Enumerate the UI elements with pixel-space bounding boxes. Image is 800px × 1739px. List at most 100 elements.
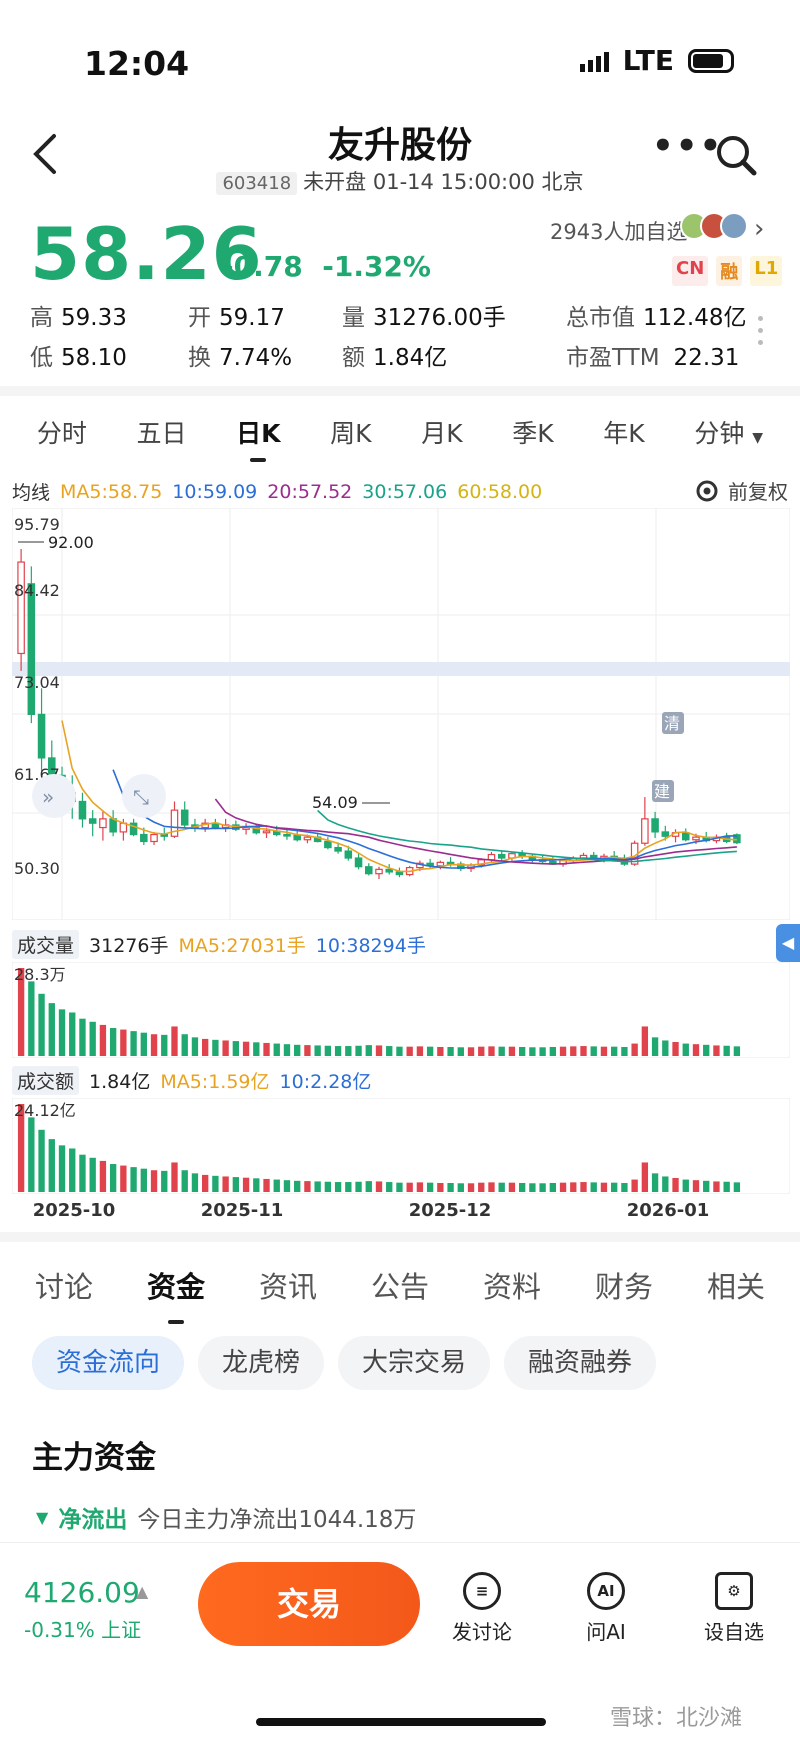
y-tick-label: 50.30 xyxy=(14,859,60,878)
volume-bar xyxy=(273,1043,280,1056)
volume-ma10: 10:38294手 xyxy=(315,935,426,957)
candle-body xyxy=(140,833,148,843)
amount-bar xyxy=(120,1165,127,1192)
amount-chart: 24.12亿 xyxy=(12,1098,790,1194)
amount-bar xyxy=(539,1183,546,1192)
date-tick: 2025-10 xyxy=(32,1200,116,1221)
amount-bar xyxy=(171,1162,178,1192)
amount-bar xyxy=(222,1176,229,1192)
candle-body xyxy=(344,850,353,859)
tab-related[interactable]: 相关 xyxy=(707,1256,765,1314)
tab-funds[interactable]: 资金 xyxy=(147,1256,205,1324)
volume-bar xyxy=(161,1034,168,1056)
date-tick: 2026-01 xyxy=(626,1200,710,1221)
amount-bar xyxy=(69,1148,76,1192)
amount-ma5: MA5:1.59亿 xyxy=(160,1071,270,1093)
net-flow-label: 净流出 xyxy=(58,1507,128,1533)
followers-count[interactable]: 2943人加自选 xyxy=(550,216,687,246)
amount-bar xyxy=(201,1174,209,1192)
amount-bar xyxy=(130,1167,137,1192)
section-title: 主力资金 xyxy=(32,1440,156,1476)
amount-bar xyxy=(549,1182,557,1192)
volume-bar xyxy=(611,1046,618,1056)
volume-legend: 成交量 31276手 MA5:27031手 10:38294手 xyxy=(12,930,426,959)
amount-bar xyxy=(324,1181,332,1192)
tab-quarterly-k[interactable]: 季K xyxy=(512,410,553,454)
home-indicator xyxy=(256,1718,546,1726)
volume-bar xyxy=(662,1040,669,1056)
tab-5day[interactable]: 五日 xyxy=(136,410,186,454)
volume-bar xyxy=(713,1045,720,1056)
tab-yearly-k[interactable]: 年K xyxy=(603,410,644,454)
tab-financials[interactable]: 财务 xyxy=(595,1256,653,1314)
ma60-value: 60:58.00 xyxy=(457,480,543,503)
candle-body xyxy=(109,818,117,833)
amount-bar xyxy=(48,1139,55,1192)
index-value[interactable]: 4126.09 xyxy=(24,1576,140,1609)
tab-monthly-k[interactable]: 月K xyxy=(421,410,462,454)
amount-value: 1.84亿 xyxy=(373,345,448,371)
ask-ai-button[interactable]: AI 问AI xyxy=(562,1572,650,1645)
chevron-right-icon[interactable]: › xyxy=(754,214,764,244)
badge-l1: L1 xyxy=(750,256,783,286)
amount-bar xyxy=(232,1177,240,1192)
amount-label: 成交额 xyxy=(12,1066,80,1095)
triangle-down-icon: ▼ xyxy=(36,1507,49,1527)
amount-bar xyxy=(518,1182,526,1192)
tab-weekly-k[interactable]: 周K xyxy=(330,410,371,454)
status-time: 12:04 xyxy=(84,44,190,83)
amount-bar xyxy=(570,1182,577,1192)
amount-bar xyxy=(559,1182,567,1192)
add-watch-button[interactable]: ⚙ 设自选 xyxy=(690,1572,778,1645)
candle-body xyxy=(150,833,158,843)
candle-body xyxy=(283,833,291,837)
volume-bar xyxy=(201,1038,209,1056)
tab-minute[interactable]: 分钟 ▼ xyxy=(694,410,763,454)
candle-body xyxy=(692,836,700,841)
follower-avatars[interactable] xyxy=(680,212,748,240)
search-button[interactable] xyxy=(714,133,758,177)
ma20-value: 20:57.52 xyxy=(267,480,353,503)
amount-bar xyxy=(580,1182,587,1192)
discuss-button[interactable]: ≡ 发讨论 xyxy=(438,1572,526,1645)
more-button[interactable]: ••• xyxy=(652,126,723,166)
chip-margin[interactable]: 融资融券 xyxy=(504,1336,657,1390)
tab-announcements[interactable]: 公告 xyxy=(371,1256,429,1314)
volume-bar xyxy=(375,1045,383,1056)
tab-fenshi[interactable]: 分时 xyxy=(37,410,87,454)
pe-value: 22.31 xyxy=(673,345,740,371)
y-tick-label: 95.79 xyxy=(14,515,60,534)
amount-bar xyxy=(508,1182,516,1192)
trade-button[interactable]: 交易 xyxy=(198,1562,420,1646)
candle-body xyxy=(99,818,107,829)
date-axis: 2025-10 2025-11 2025-12 2026-01 xyxy=(12,1200,790,1226)
amount-bar xyxy=(304,1181,311,1192)
ma-legend: 均线 MA5:58.75 10:59.09 20:57.52 30:57.06 … xyxy=(12,478,542,505)
side-panel-toggle[interactable]: ◀ xyxy=(776,924,800,962)
volume-bar xyxy=(406,1046,413,1056)
volume-bar xyxy=(191,1037,199,1056)
candle-body xyxy=(641,818,649,844)
tab-profile[interactable]: 资料 xyxy=(483,1256,541,1314)
candle-body xyxy=(293,834,301,841)
adjust-toggle[interactable]: 前复权 xyxy=(694,476,788,505)
chip-fund-flow[interactable]: 资金流向 xyxy=(32,1336,185,1390)
amount-bar xyxy=(498,1182,505,1192)
chip-dragon-tiger[interactable]: 龙虎榜 xyxy=(198,1336,325,1390)
chip-block-trade[interactable]: 大宗交易 xyxy=(338,1336,491,1390)
candle-body xyxy=(88,818,97,824)
candle-body xyxy=(27,583,36,715)
volume-bar xyxy=(171,1026,178,1056)
amount-bar xyxy=(651,1173,659,1192)
tab-news[interactable]: 资讯 xyxy=(259,1256,317,1314)
amount-bar xyxy=(334,1182,342,1192)
volume-bar xyxy=(447,1046,454,1056)
amount-max-label: 24.12亿 xyxy=(14,1101,76,1120)
more-stats-icon[interactable] xyxy=(758,316,764,352)
kline-chart[interactable]: 95.7984.4273.0461.6750.3092.0054.09清建» ⤡ xyxy=(12,508,790,920)
tab-discussion[interactable]: 讨论 xyxy=(35,1256,93,1314)
volume-bar xyxy=(79,1018,86,1056)
tab-daily-k[interactable]: 日K xyxy=(236,410,281,462)
amount-bar xyxy=(58,1145,66,1192)
amount-bar xyxy=(703,1180,710,1192)
